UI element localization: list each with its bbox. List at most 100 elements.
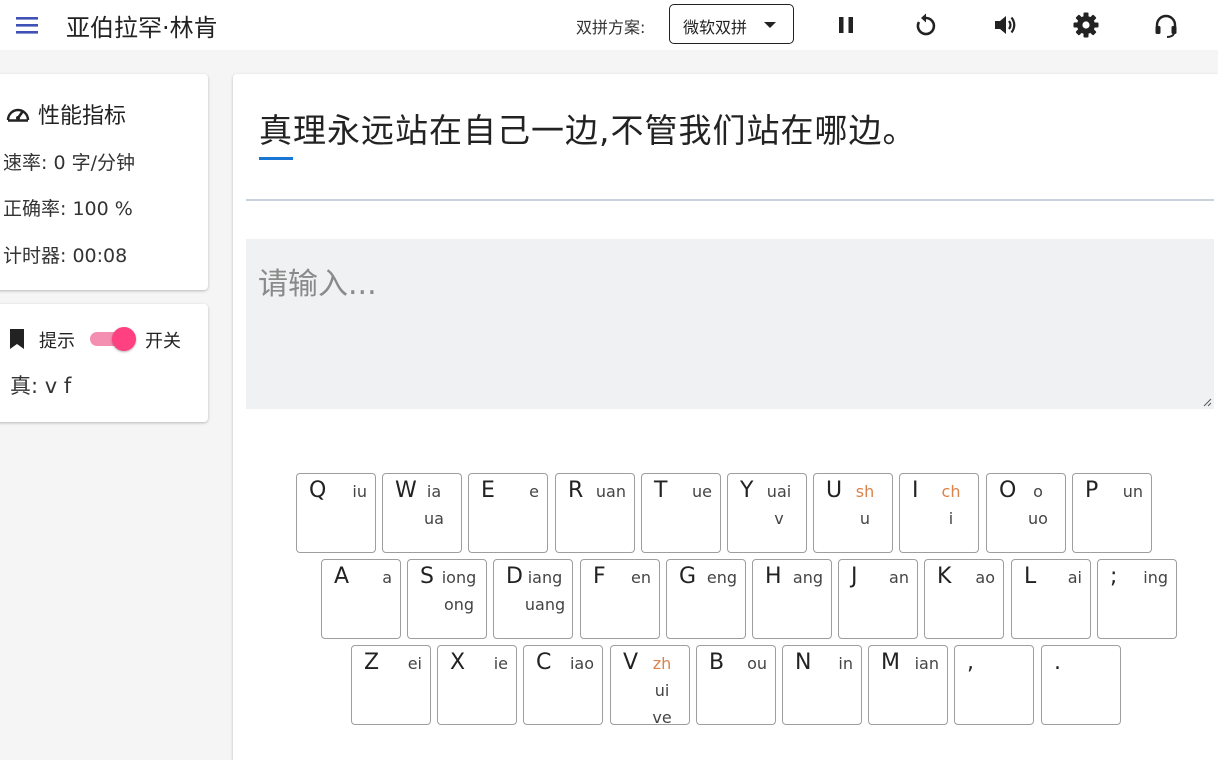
- key-final: ou: [747, 654, 767, 673]
- key-a[interactable]: Aa: [321, 559, 401, 639]
- key-final: ia: [426, 482, 442, 501]
- performance-title: 性能指标: [4, 98, 126, 130]
- key-final: ie: [493, 654, 508, 673]
- key-final: sh: [855, 482, 875, 501]
- toggle-knob: [112, 327, 136, 351]
- menu-icon[interactable]: [14, 12, 42, 38]
- key-period[interactable]: .: [1041, 645, 1121, 725]
- key-final: uai: [766, 482, 792, 501]
- key-final: uang: [524, 595, 566, 614]
- typing-input[interactable]: [246, 239, 1214, 409]
- key-u[interactable]: Ush u: [813, 473, 893, 553]
- key-finals: o uo: [1011, 478, 1065, 532]
- key-final: iong: [441, 568, 477, 587]
- key-final: ian: [914, 654, 939, 673]
- key-b[interactable]: Bou: [696, 645, 776, 725]
- key-finals: uai v: [752, 478, 806, 532]
- key-y[interactable]: Yuai v: [727, 473, 807, 553]
- key-h[interactable]: Hang: [752, 559, 832, 639]
- key-finals: e: [483, 478, 539, 505]
- key-finals: zh ui ve: [635, 650, 689, 731]
- key-x[interactable]: Xie: [437, 645, 517, 725]
- key-finals: iong ong: [432, 564, 486, 618]
- key-finals: ang: [767, 564, 823, 591]
- key-finals: en: [595, 564, 651, 591]
- hint-label: 提示: [39, 331, 75, 352]
- remaining-text: 理永远站在自己一边,不管我们站在哪边。: [293, 111, 917, 150]
- current-char: 真: [259, 111, 293, 150]
- key-r[interactable]: Ruan: [555, 473, 635, 553]
- key-final: ua: [424, 509, 444, 528]
- key-m[interactable]: Mian: [868, 645, 948, 725]
- key-finals: ch i: [924, 478, 978, 532]
- chevron-down-icon: [764, 22, 776, 28]
- key-c[interactable]: Ciao: [523, 645, 603, 725]
- key-final: a: [382, 568, 392, 587]
- accuracy-stat: 正确率: 100 %: [3, 198, 133, 220]
- key-letter: .: [1054, 650, 1061, 675]
- key-j[interactable]: Jan: [838, 559, 918, 639]
- key-z[interactable]: Zei: [351, 645, 431, 725]
- key-finals: ou: [711, 650, 767, 677]
- top-app-bar: 亚伯拉罕·林肯 双拼方案: 微软双拼: [0, 0, 1218, 50]
- hint-toggle[interactable]: [90, 326, 138, 352]
- scheme-selected-value: 微软双拼: [683, 18, 748, 37]
- key-f[interactable]: Fen: [580, 559, 660, 639]
- key-finals: un: [1087, 478, 1143, 505]
- key-final: uan: [595, 482, 626, 501]
- key-final: ch: [941, 482, 961, 501]
- key-k[interactable]: Kao: [924, 559, 1004, 639]
- key-letter: I: [912, 478, 919, 503]
- key-final: ei: [407, 654, 422, 673]
- key-t[interactable]: Tue: [641, 473, 721, 553]
- key-finals: ei: [366, 650, 422, 677]
- key-finals: in: [797, 650, 853, 677]
- key-finals: sh u: [838, 478, 892, 532]
- volume-icon[interactable]: [992, 11, 1020, 39]
- key-finals: a: [336, 564, 392, 591]
- key-final: ve: [652, 708, 672, 727]
- key-finals: ia ua: [407, 478, 461, 532]
- key-s[interactable]: Siong ong: [407, 559, 487, 639]
- timer-stat: 计时器: 00:08: [3, 245, 128, 267]
- pause-icon[interactable]: [832, 11, 860, 39]
- divider: [246, 199, 1214, 201]
- key-p[interactable]: Pun: [1072, 473, 1152, 553]
- target-sentence: 真理永远站在自己一边,不管我们站在哪边。: [259, 104, 917, 152]
- key-finals: iao: [538, 650, 594, 677]
- key-g[interactable]: Geng: [666, 559, 746, 639]
- key-v[interactable]: Vzh ui ve: [610, 645, 690, 727]
- hint-card: 提示 开关 真: v f: [0, 304, 208, 422]
- key-w[interactable]: Wia ua: [382, 473, 462, 553]
- key-e[interactable]: Ee: [468, 473, 548, 553]
- hint-text: 真: v f: [10, 374, 72, 398]
- key-d[interactable]: Diang uang: [493, 559, 573, 639]
- switch-label: 开关: [145, 331, 181, 352]
- restart-icon[interactable]: [912, 11, 940, 39]
- settings-icon[interactable]: [1072, 11, 1100, 39]
- performance-card: 性能指标 速率: 0 字/分钟 正确率: 100 % 计时器: 00:08: [0, 74, 208, 290]
- key-final: o: [1033, 482, 1043, 501]
- key-final: ui: [654, 681, 670, 700]
- key-comma[interactable]: ,: [954, 645, 1034, 725]
- headset-icon[interactable]: [1152, 11, 1180, 39]
- key-final: un: [1122, 482, 1143, 501]
- key-i[interactable]: Ich i: [899, 473, 979, 553]
- key-final: i: [948, 509, 954, 528]
- key-o[interactable]: Oo uo: [986, 473, 1066, 553]
- key-letter: ,: [967, 650, 974, 675]
- resize-grip-icon[interactable]: [1202, 397, 1212, 407]
- key-finals: ue: [656, 478, 712, 505]
- key-finals: ie: [452, 650, 508, 677]
- key-final: ai: [1067, 568, 1082, 587]
- performance-title-text: 性能指标: [38, 104, 127, 129]
- key-semicolon[interactable]: ; ing: [1097, 559, 1177, 639]
- key-q[interactable]: Qiu: [296, 473, 376, 553]
- key-final: in: [838, 654, 853, 673]
- key-final: uo: [1028, 509, 1048, 528]
- scheme-select[interactable]: 微软双拼: [669, 4, 794, 44]
- key-final: eng: [706, 568, 737, 587]
- key-final: ing: [1143, 568, 1168, 587]
- key-n[interactable]: Nin: [782, 645, 862, 725]
- key-l[interactable]: Lai: [1011, 559, 1091, 639]
